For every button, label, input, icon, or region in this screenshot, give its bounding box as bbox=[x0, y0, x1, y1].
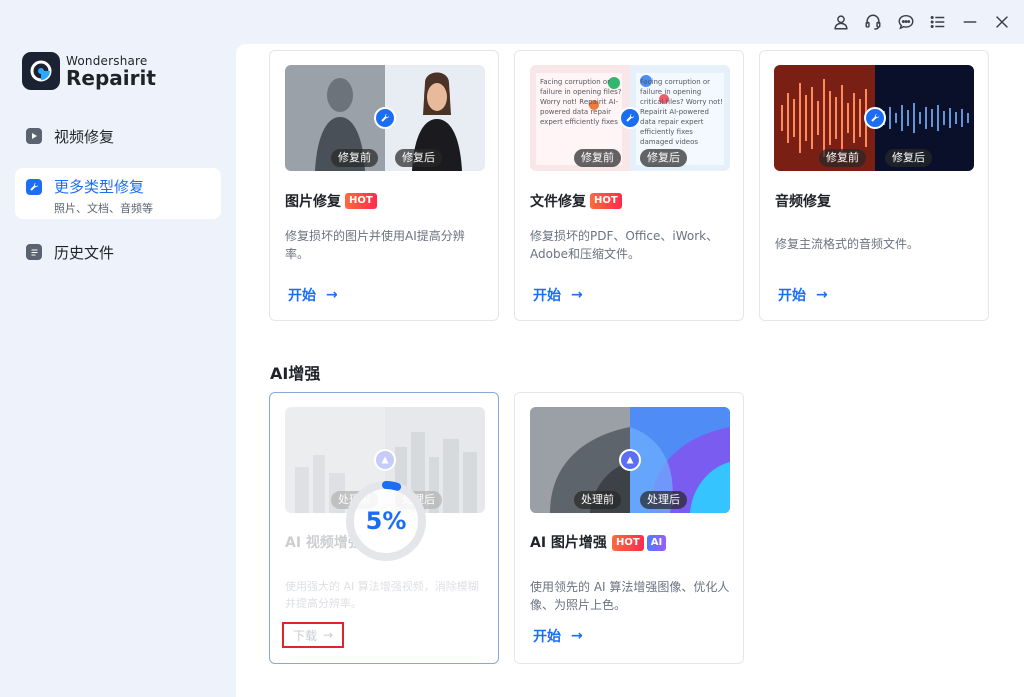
wrench-icon bbox=[864, 107, 886, 129]
card-title-text: 音频修复 bbox=[775, 194, 831, 210]
main-panel: 修复前 修复后 图片修复 HOT 修复损坏的图片并使用AI提高分辨率。 开始 → bbox=[236, 44, 1024, 697]
start-button-label: 开始 bbox=[533, 629, 561, 645]
account-icon[interactable] bbox=[829, 10, 853, 34]
photo-repair-thumbnail: 修复前 修复后 bbox=[285, 65, 485, 171]
card-title-text: AI 图片增强 bbox=[530, 535, 607, 551]
app-logo: Wondershare Repairit bbox=[22, 52, 156, 90]
after-badge: 修复后 bbox=[885, 149, 932, 167]
start-button-label: 开始 bbox=[533, 288, 561, 304]
minimize-icon[interactable] bbox=[958, 10, 982, 34]
arrow-right-icon: → bbox=[816, 287, 828, 303]
before-badge: 处理前 bbox=[574, 491, 621, 509]
before-badge: 修复前 bbox=[331, 149, 378, 167]
title-bar bbox=[0, 0, 1024, 44]
wrench-icon bbox=[26, 179, 42, 195]
menu-list-icon[interactable] bbox=[926, 10, 950, 34]
card-title: AI 图片增强 HOT AI bbox=[530, 533, 667, 553]
product-name: Repairit bbox=[66, 65, 156, 90]
arrow-right-icon: → bbox=[322, 628, 334, 642]
hot-badge: HOT bbox=[612, 535, 644, 551]
chat-feedback-icon[interactable] bbox=[894, 10, 918, 34]
card-ai-video-enhance[interactable]: 处理前 处理后 AI 视频增强 使用强大的 AI 算法增强视频，消除模糊并提高分… bbox=[269, 392, 499, 664]
sidebar-item-label: 更多类型修复 bbox=[54, 178, 145, 196]
card-ai-image-enhance[interactable]: 处理前 处理后 AI 图片增强 HOT AI 使用领先的 AI 算法增强图像、优… bbox=[514, 392, 744, 664]
sidebar-item-label: 历史文件 bbox=[54, 243, 115, 262]
card-photo-repair[interactable]: 修复前 修复后 图片修复 HOT 修复损坏的图片并使用AI提高分辨率。 开始 → bbox=[269, 50, 499, 321]
enhance-icon bbox=[374, 449, 396, 471]
enhance-icon bbox=[619, 449, 641, 471]
card-title: 文件修复 HOT bbox=[530, 191, 622, 211]
sidebar-item-more-repair[interactable]: 更多类型修复 照片、文档、音频等 bbox=[15, 168, 221, 219]
start-button[interactable]: 开始 → bbox=[288, 285, 338, 305]
arrow-right-icon: → bbox=[326, 287, 338, 303]
ai-image-thumbnail: 处理前 处理后 bbox=[530, 407, 730, 513]
wrench-icon bbox=[619, 107, 641, 129]
hot-badge: HOT bbox=[590, 193, 622, 209]
section-title-ai-enhance: AI增强 bbox=[270, 364, 321, 383]
play-icon bbox=[26, 128, 42, 144]
sidebar-item-label: 视频修复 bbox=[54, 127, 115, 146]
after-badge: 处理后 bbox=[640, 491, 687, 509]
brand-name: Wondershare bbox=[66, 53, 148, 68]
repairit-logo-icon bbox=[22, 52, 60, 90]
card-description: 修复主流格式的音频文件。 bbox=[775, 237, 920, 251]
card-title-text: 图片修复 bbox=[285, 194, 341, 210]
arrow-right-icon: → bbox=[571, 628, 583, 644]
headset-support-icon[interactable] bbox=[861, 10, 885, 34]
start-button-label: 开始 bbox=[288, 288, 316, 304]
card-description: 使用领先的 AI 算法增强图像、优化人像、为照片上色。 bbox=[530, 580, 730, 612]
hot-badge: HOT bbox=[345, 193, 377, 209]
download-button[interactable]: 下载 → bbox=[282, 622, 344, 648]
wrench-icon bbox=[374, 107, 396, 129]
card-description: 修复损坏的PDF、Office、iWork、Adobe和压缩文件。 bbox=[530, 229, 719, 261]
after-badge: 修复后 bbox=[640, 149, 687, 167]
ai-badge: AI bbox=[646, 535, 667, 551]
sidebar: Wondershare Repairit 视频修复 更多类型修复 照片、文档、音… bbox=[0, 44, 236, 697]
download-button-label: 下载 bbox=[292, 628, 317, 643]
download-progress-percent: 5% bbox=[365, 507, 407, 535]
sidebar-item-video-repair[interactable]: 视频修复 bbox=[15, 120, 221, 152]
start-button[interactable]: 开始 → bbox=[533, 285, 583, 305]
before-badge: 修复前 bbox=[574, 149, 621, 167]
card-title-text: 文件修复 bbox=[530, 194, 586, 210]
audio-repair-thumbnail: 修复前 修复后 bbox=[774, 65, 974, 171]
file-repair-thumbnail: Facing corruption or failure in opening … bbox=[530, 65, 730, 171]
card-file-repair[interactable]: Facing corruption or failure in opening … bbox=[514, 50, 744, 321]
card-audio-repair[interactable]: 修复前 修复后 音频修复 修复主流格式的音频文件。 开始 → bbox=[759, 50, 989, 321]
sidebar-item-history[interactable]: 历史文件 bbox=[15, 236, 221, 268]
card-description: 使用强大的 AI 算法增强视频，消除模糊并提高分辨率。 bbox=[285, 580, 479, 610]
start-button[interactable]: 开始 → bbox=[778, 285, 828, 305]
start-button-label: 开始 bbox=[778, 288, 806, 304]
after-badge: 修复后 bbox=[395, 149, 442, 167]
before-badge: 修复前 bbox=[819, 149, 866, 167]
start-button[interactable]: 开始 → bbox=[533, 626, 583, 646]
document-icon bbox=[26, 244, 42, 260]
card-title: 图片修复 HOT bbox=[285, 191, 377, 211]
arrow-right-icon: → bbox=[571, 287, 583, 303]
card-description: 修复损坏的图片并使用AI提高分辨率。 bbox=[285, 229, 465, 261]
card-title: 音频修复 bbox=[775, 191, 831, 211]
close-icon[interactable] bbox=[990, 10, 1014, 34]
sidebar-item-sublabel: 照片、文档、音频等 bbox=[54, 202, 153, 215]
